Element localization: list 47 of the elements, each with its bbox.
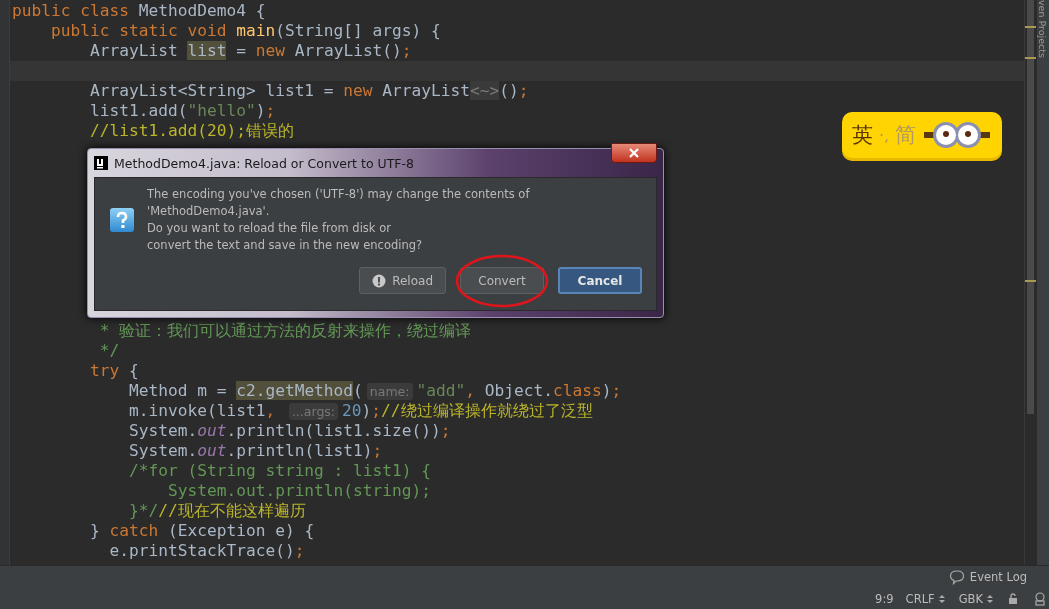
dialog-message: The encoding you've chosen ('UTF-8') may change the contents of 'MethodDemo4.java'. Do you want to reload the file from disk or convert the text and save in the new encoding? bbox=[147, 186, 530, 254]
code-line: System.out.println(string); bbox=[166, 481, 432, 501]
up-down-arrows-icon bbox=[938, 593, 945, 604]
dialog-button[interactable]: Cancel bbox=[558, 267, 642, 294]
code-line: Method m = c2.getMethod( name: "add", Object.class); bbox=[127, 381, 622, 401]
error-stripe-mark[interactable] bbox=[1025, 280, 1036, 282]
dialog-button[interactable]: Convert bbox=[460, 267, 544, 294]
event-log-link[interactable]: Event Log bbox=[969, 570, 1027, 584]
warning-icon bbox=[372, 273, 387, 288]
close-icon bbox=[628, 148, 640, 158]
lock-icon[interactable] bbox=[1007, 592, 1019, 605]
code-line: //list1.add(20);错误的 bbox=[88, 121, 294, 141]
ime-script-label: 简 bbox=[895, 122, 917, 149]
ime-status-badge[interactable]: 英 ·, 简 bbox=[842, 112, 1002, 158]
app-logo-icon bbox=[94, 156, 108, 170]
code-line: */ bbox=[98, 341, 120, 361]
inspector-icon[interactable] bbox=[1033, 591, 1047, 606]
encoding-selector[interactable]: GBK bbox=[958, 591, 983, 606]
scrollbar-thumb[interactable] bbox=[1027, 0, 1034, 414]
caret-position[interactable]: 9:9 bbox=[875, 591, 894, 606]
speech-bubble-icon bbox=[948, 569, 965, 585]
code-line: System.out.println(list1.size()); bbox=[127, 421, 451, 441]
code-line: ArrayList list = new ArrayList(); bbox=[88, 41, 412, 61]
dialog-button[interactable]: Reload bbox=[359, 267, 446, 294]
ime-mode-label: 英 bbox=[852, 122, 873, 149]
code-line: /*for (String string : list1) { bbox=[127, 461, 432, 481]
dialog-title: MethodDemo4.java: Reload or Convert to UTF-8 bbox=[114, 155, 415, 171]
code-line: public static void main(String[] args) { bbox=[49, 21, 441, 41]
error-stripe-mark[interactable] bbox=[1025, 26, 1036, 28]
code-line: * 验证：我们可以通过方法的反射来操作，绕过编译 bbox=[98, 321, 472, 341]
close-button[interactable] bbox=[611, 143, 657, 163]
code-line: list1.add("hello"); bbox=[88, 101, 276, 121]
code-line: }*///现在不能这样遍历 bbox=[127, 501, 306, 521]
goggles-drawing bbox=[924, 120, 991, 150]
code-line: ArrayList<String> list1 = new ArrayList<~>(); bbox=[88, 81, 529, 101]
up-down-arrows-icon bbox=[987, 593, 993, 604]
line-separator-selector[interactable]: CRLF bbox=[905, 591, 935, 606]
code-line: e.printStackTrace(); bbox=[108, 541, 305, 561]
tool-window-tab[interactable]: ven Projects bbox=[1037, 0, 1048, 58]
code-line: } catch (Exception e) { bbox=[88, 521, 315, 541]
error-stripe-mark[interactable] bbox=[1025, 57, 1036, 59]
question-icon bbox=[109, 207, 135, 233]
code-line: System.out.println(list1); bbox=[127, 441, 383, 461]
code-line: public class MethodDemo4 { bbox=[11, 1, 266, 21]
code-line: m.invoke(list1, ...args: 20);//绕过编译操作就绕过了泛型 bbox=[127, 401, 593, 421]
ime-punctuation-label: ·, bbox=[879, 125, 890, 145]
code-line: try { bbox=[88, 361, 139, 381]
